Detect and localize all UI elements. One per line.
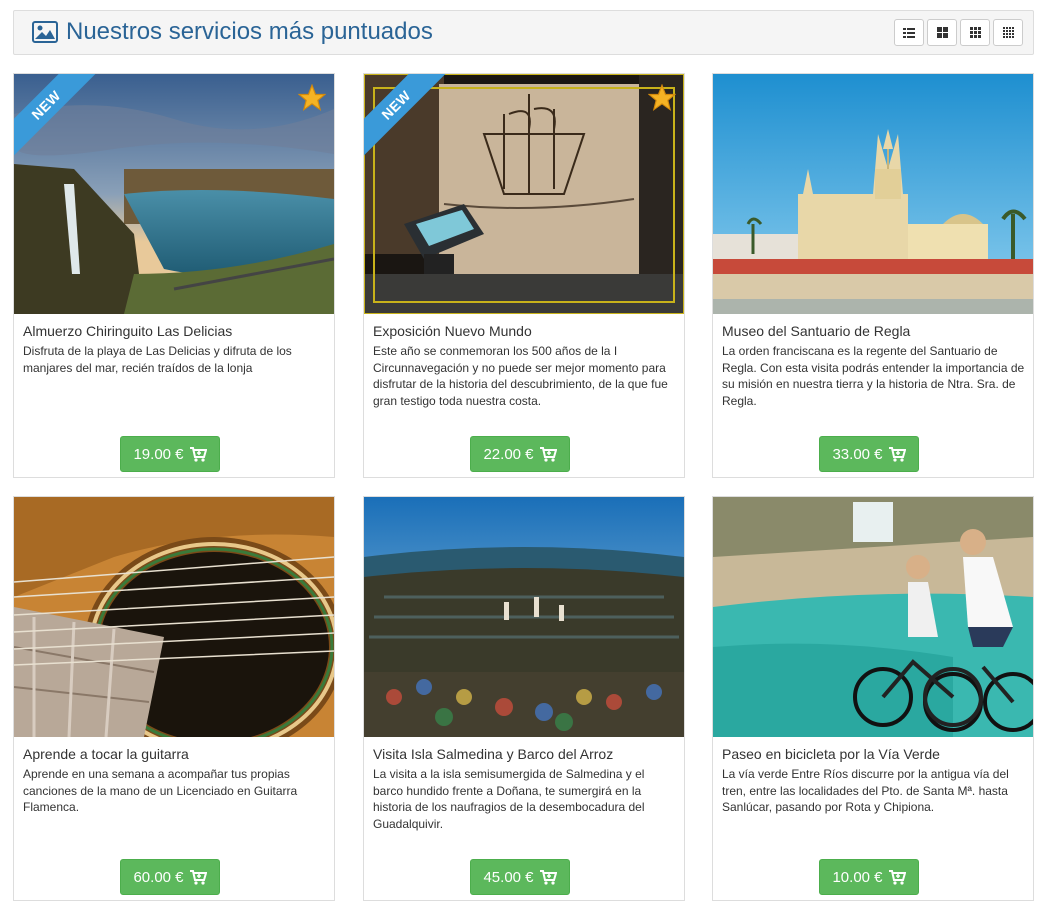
service-name[interactable]: Visita Isla Salmedina y Barco del Arroz <box>373 744 673 764</box>
section-header: Nuestros servicios más puntuados <box>13 10 1034 55</box>
service-card[interactable]: NEW Almuerzo Chiringuito Las Delicias Di… <box>13 73 335 478</box>
add-to-cart-button[interactable]: 33.00 € <box>819 436 919 472</box>
service-name[interactable]: Exposición Nuevo Mundo <box>373 321 673 341</box>
star-icon <box>648 84 676 112</box>
service-card[interactable]: NEW Exposición Nuevo Mundo Este año se c… <box>363 73 685 478</box>
grid-4-icon <box>1002 27 1014 38</box>
list-view-button[interactable] <box>894 19 924 46</box>
service-card[interactable]: Visita Isla Salmedina y Barco del Arroz … <box>363 496 685 901</box>
service-name[interactable]: Almuerzo Chiringuito Las Delicias <box>23 321 323 341</box>
grid-2-view-button[interactable] <box>927 19 957 46</box>
add-to-cart-button[interactable]: 10.00 € <box>819 859 919 895</box>
grid-3-view-button[interactable] <box>960 19 990 46</box>
price: 10.00 € <box>832 868 883 886</box>
service-card[interactable]: Museo del Santuario de Regla La orden fr… <box>712 73 1034 478</box>
service-image-cyclists[interactable] <box>713 497 1033 737</box>
grid-2-icon <box>936 27 948 38</box>
cart-icon <box>189 446 207 462</box>
service-description: La visita a la isla semisumergida de Sal… <box>373 767 645 831</box>
grid-4-view-button[interactable] <box>993 19 1023 46</box>
price: 60.00 € <box>133 868 184 886</box>
cart-icon <box>888 446 906 462</box>
service-name[interactable]: Museo del Santuario de Regla <box>722 321 1022 341</box>
price: 22.00 € <box>483 445 534 463</box>
list-view-icon <box>903 27 915 38</box>
service-image-exhibition[interactable] <box>364 74 684 314</box>
price: 45.00 € <box>483 868 534 886</box>
price: 33.00 € <box>832 445 883 463</box>
service-card[interactable]: Paseo en bicicleta por la Vía Verde La v… <box>712 496 1034 901</box>
add-to-cart-button[interactable]: 19.00 € <box>120 436 220 472</box>
picture-icon <box>32 21 58 43</box>
add-to-cart-button[interactable]: 60.00 € <box>120 859 220 895</box>
cart-icon <box>888 869 906 885</box>
page-title: Nuestros servicios más puntuados <box>66 18 433 45</box>
grid-3-icon <box>969 27 981 38</box>
cart-icon <box>189 869 207 885</box>
service-card[interactable]: Aprende a tocar la guitarra Aprende en u… <box>13 496 335 901</box>
add-to-cart-button[interactable]: 45.00 € <box>470 859 570 895</box>
cart-icon <box>539 869 557 885</box>
service-image-guitar[interactable] <box>14 497 334 737</box>
service-description: La vía verde Entre Ríos discurre por la … <box>722 767 1009 814</box>
service-name[interactable]: Aprende a tocar la guitarra <box>23 744 323 764</box>
service-name[interactable]: Paseo en bicicleta por la Vía Verde <box>722 744 1022 764</box>
service-image-island-concert[interactable] <box>364 497 684 737</box>
service-description: La orden franciscana es la regente del S… <box>722 344 1025 408</box>
service-description: Disfruta de la playa de Las Delicias y d… <box>23 344 292 375</box>
star-icon <box>298 84 326 112</box>
service-image-lake-canyon[interactable] <box>14 74 334 314</box>
add-to-cart-button[interactable]: 22.00 € <box>470 436 570 472</box>
service-image-sanctuary[interactable] <box>713 74 1033 314</box>
cart-icon <box>539 446 557 462</box>
service-description: Aprende en una semana a acompañar tus pr… <box>23 767 298 814</box>
price: 19.00 € <box>133 445 184 463</box>
service-description: Este año se conmemoran los 500 años de l… <box>373 344 668 408</box>
